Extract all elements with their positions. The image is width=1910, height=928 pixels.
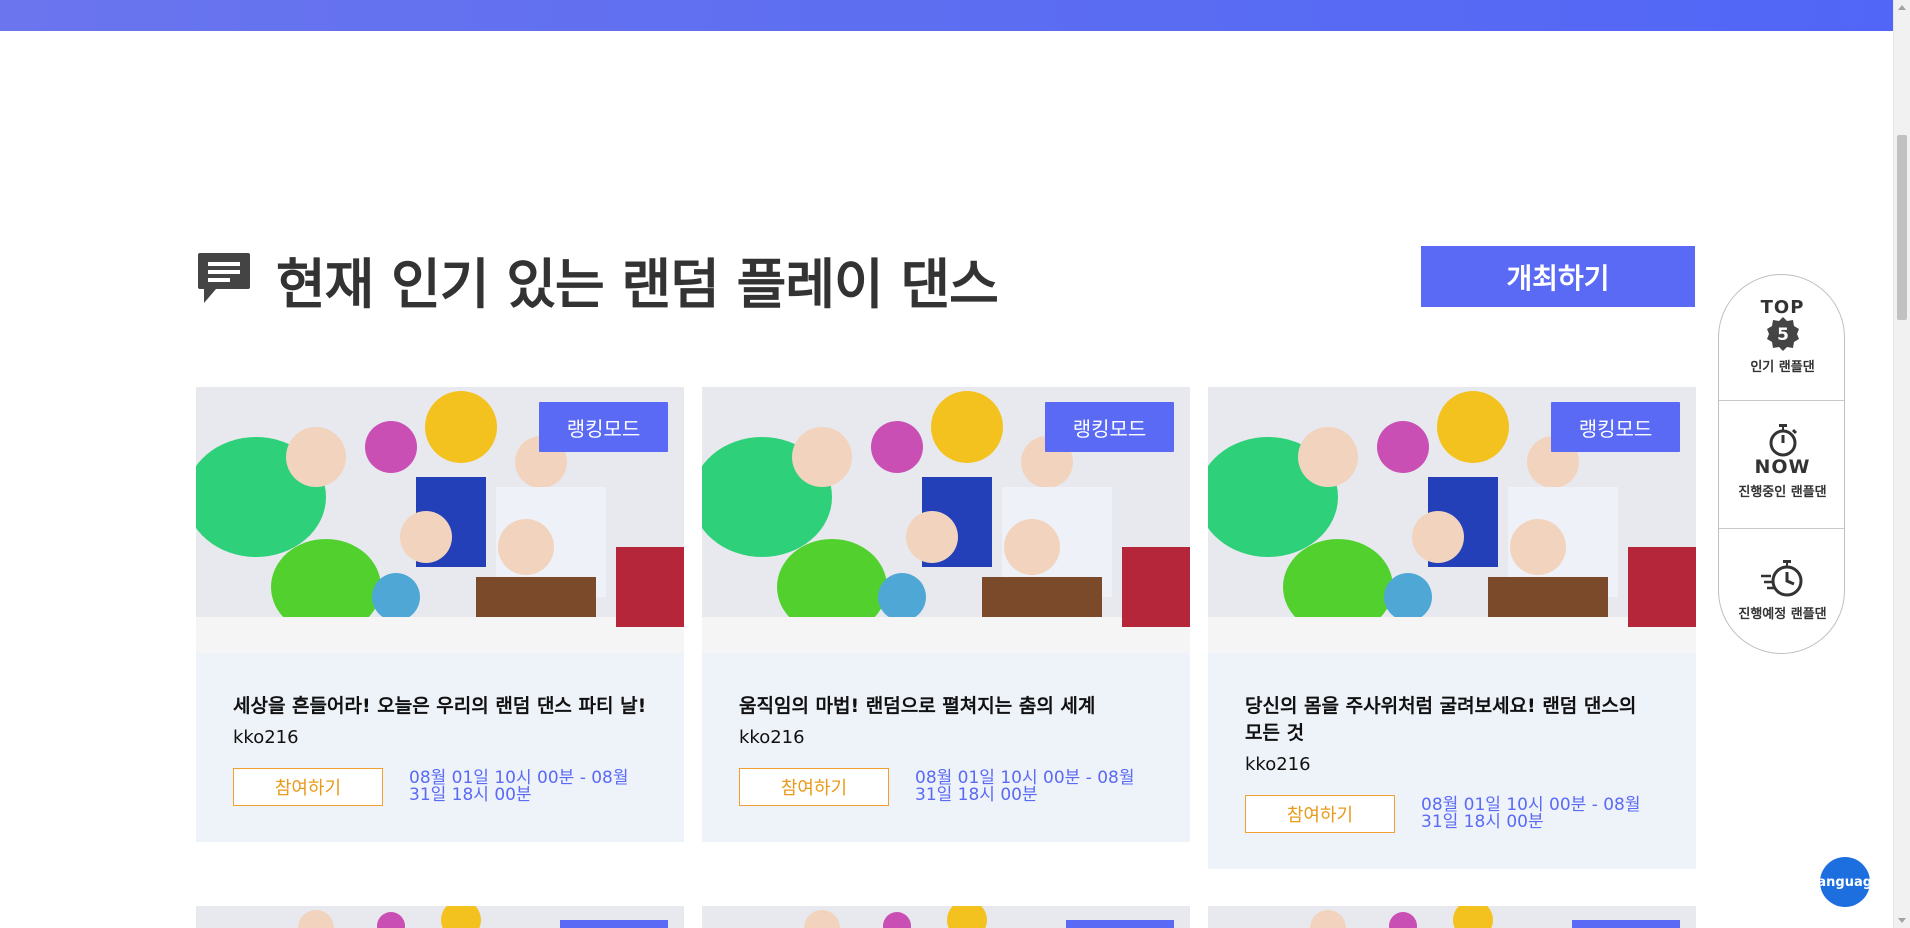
card-body: 움직임의 마법! 랜덤으로 펼쳐지는 춤의 세계 kko216 참여하기 08월… <box>702 653 1190 842</box>
top5-number: 5 <box>1777 325 1789 345</box>
scroll-down-icon[interactable] <box>1898 918 1906 923</box>
dance-card-next-row[interactable] <box>702 906 1190 928</box>
page-title: 현재 인기 있는 랜덤 플레이 댄스 <box>276 252 999 316</box>
host-event-button[interactable]: 개최하기 <box>1421 246 1695 307</box>
dance-card-next-row[interactable] <box>1208 906 1696 928</box>
divider <box>1719 400 1844 401</box>
card-author: kko216 <box>739 727 805 748</box>
card-author: kko216 <box>1245 754 1311 775</box>
card-thumbnail[interactable]: 랭킹모드 <box>196 387 684 653</box>
top5-nav-label: 인기 랜플댄 <box>1750 360 1815 375</box>
card-footer: 참여하기 08월 01일 10시 00분 - 08월 31일 18시 00분 <box>739 768 1154 806</box>
now-nav-label: 진행중인 랜플댄 <box>1738 485 1827 500</box>
event-period: 08월 01일 10시 00분 - 08월 31일 18시 00분 <box>915 768 1135 805</box>
now-nav-item[interactable]: NOW 진행중인 랜플댄 <box>1719 423 1844 500</box>
join-button[interactable]: 참여하기 <box>1245 795 1395 833</box>
number-badge-icon: 5 <box>1766 317 1799 351</box>
top5-nav-item[interactable]: TOP 5 인기 랜플댄 <box>1719 297 1844 375</box>
section-header: 현재 인기 있는 랜덤 플레이 댄스 <box>196 246 999 316</box>
scroll-up-icon[interactable] <box>1898 5 1906 10</box>
now-text: NOW <box>1754 456 1811 478</box>
card-thumbnail[interactable]: 랭킹모드 <box>1208 387 1696 653</box>
language-button[interactable]: Language <box>1820 857 1870 907</box>
card-footer: 참여하기 08월 01일 10시 00분 - 08월 31일 18시 00분 <box>1245 795 1660 833</box>
ranking-mode-badge: 랭킹모드 <box>1045 402 1174 452</box>
ranking-mode-badge: 랭킹모드 <box>1551 402 1680 452</box>
card-body: 세상을 흔들어라! 오늘은 우리의 랜덤 댄스 파티 날! kko216 참여하… <box>196 653 684 842</box>
join-button[interactable]: 참여하기 <box>739 768 889 806</box>
side-quick-nav: TOP 5 인기 랜플댄 NOW 진행중인 랜플댄 진행예정 랜플댄 <box>1718 274 1845 654</box>
fast-timer-icon <box>1760 560 1802 597</box>
card-body: 당신의 몸을 주사위처럼 굴려보세요! 랜덤 댄스의 모든 것 kko216 참… <box>1208 653 1696 869</box>
top-header-bar <box>0 0 1894 31</box>
group-photo-image <box>1208 906 1696 928</box>
upcoming-nav-item[interactable]: 진행예정 랜플댄 <box>1719 559 1844 622</box>
upcoming-nav-label: 진행예정 랜플댄 <box>1738 607 1827 622</box>
card-title[interactable]: 세상을 흔들어라! 오늘은 우리의 랜덤 댄스 파티 날! <box>233 693 648 720</box>
card-title[interactable]: 움직임의 마법! 랜덤으로 펼쳐지는 춤의 세계 <box>739 693 1154 720</box>
event-period: 08월 01일 10시 00분 - 08월 31일 18시 00분 <box>409 768 629 805</box>
ranking-mode-badge: 랭킹모드 <box>539 402 668 452</box>
stopwatch-icon <box>1769 424 1797 457</box>
dance-card-next-row[interactable] <box>196 906 684 928</box>
event-period: 08월 01일 10시 00분 - 08월 31일 18시 00분 <box>1421 795 1641 832</box>
dance-card[interactable]: 랭킹모드 당신의 몸을 주사위처럼 굴려보세요! 랜덤 댄스의 모든 것 kko… <box>1208 387 1696 869</box>
group-photo-image <box>702 906 1190 928</box>
card-thumbnail[interactable]: 랭킹모드 <box>702 387 1190 653</box>
card-footer: 참여하기 08월 01일 10시 00분 - 08월 31일 18시 00분 <box>233 768 648 806</box>
dance-card[interactable]: 랭킹모드 세상을 흔들어라! 오늘은 우리의 랜덤 댄스 파티 날! kko21… <box>196 387 684 842</box>
card-title[interactable]: 당신의 몸을 주사위처럼 굴려보세요! 랜덤 댄스의 모든 것 <box>1245 693 1660 747</box>
vertical-scrollbar[interactable] <box>1893 0 1910 928</box>
scroll-thumb[interactable] <box>1897 135 1907 320</box>
group-photo-image <box>196 906 684 928</box>
join-button[interactable]: 참여하기 <box>233 768 383 806</box>
chat-bubble-icon <box>198 253 250 303</box>
card-author: kko216 <box>233 727 299 748</box>
top-label-text: TOP <box>1760 297 1805 318</box>
divider <box>1719 528 1844 529</box>
dance-card[interactable]: 랭킹모드 움직임의 마법! 랜덤으로 펼쳐지는 춤의 세계 kko216 참여하… <box>702 387 1190 842</box>
